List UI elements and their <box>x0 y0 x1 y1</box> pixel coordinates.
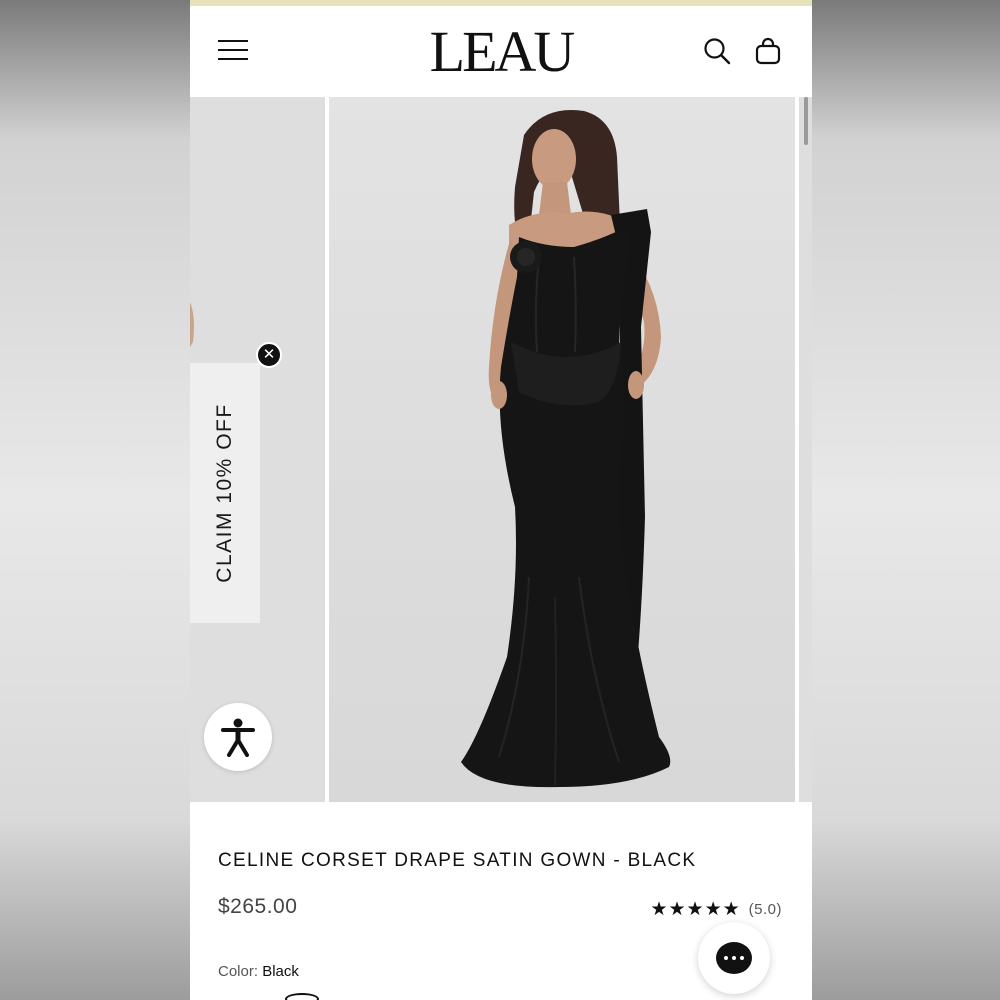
claim-discount-tab[interactable]: CLAIM 10% OFF <box>190 363 260 623</box>
background-left <box>0 0 190 1000</box>
color-swatch-black[interactable] <box>285 993 319 1000</box>
gallery-slide-main[interactable] <box>329 97 795 802</box>
color-selector-label: Color: Black <box>218 963 299 980</box>
close-promo-icon[interactable]: ✕ <box>256 342 282 368</box>
chat-bubble-icon[interactable] <box>698 922 770 994</box>
rating-stars-icon: ★★★★★ <box>650 899 741 920</box>
product-rating[interactable]: ★★★★★ (5.0) <box>650 898 782 921</box>
accessibility-icon[interactable] <box>204 703 272 771</box>
product-price: $265.00 <box>218 895 298 918</box>
product-image <box>461 110 671 788</box>
scrollbar-thumb[interactable] <box>804 97 808 145</box>
gallery-slide-next[interactable] <box>799 97 812 802</box>
rating-score: (5.0) <box>748 901 782 918</box>
search-icon[interactable] <box>702 36 732 66</box>
product-gallery[interactable]: CLAIM 10% OFF ✕ <box>190 97 812 802</box>
product-title: CELINE CORSET DRAPE SATIN GOWN - BLACK <box>218 850 697 871</box>
shopping-bag-icon[interactable] <box>753 36 783 66</box>
claim-discount-label: CLAIM 10% OFF <box>213 403 236 583</box>
color-label: Color: <box>218 963 259 980</box>
background-right <box>812 0 1000 1000</box>
site-header: LEAU <box>190 6 812 97</box>
phone-screen: LEAU CLAIM 10% OFF ✕ CELINE CORSET DRAPE… <box>190 0 812 1000</box>
color-value: Black <box>262 963 299 980</box>
